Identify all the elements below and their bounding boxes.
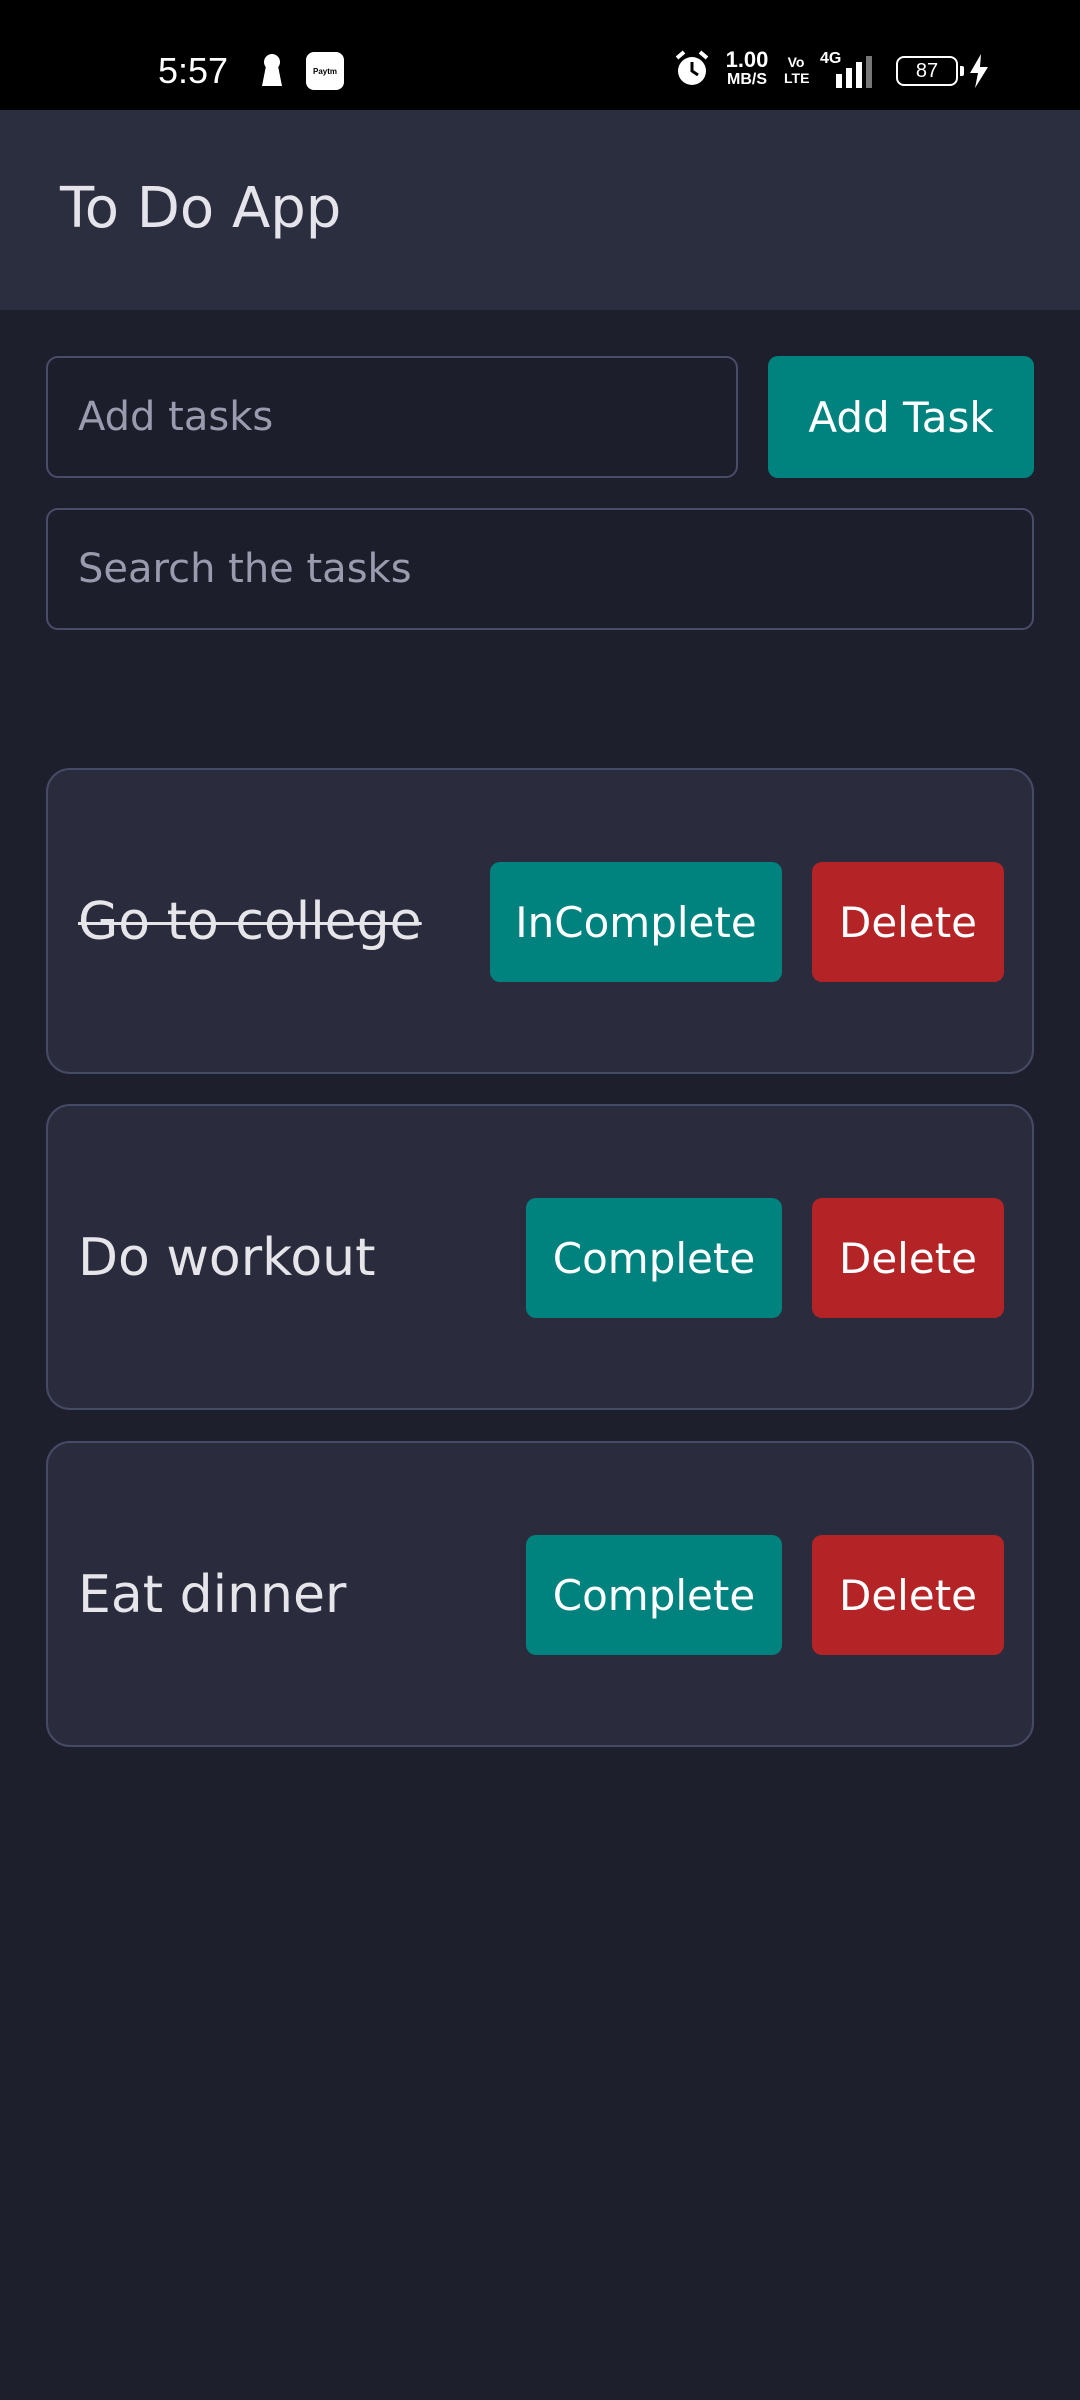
alarm-icon xyxy=(674,50,710,92)
page-title: To Do App xyxy=(60,176,342,241)
charging-bolt-icon xyxy=(968,54,990,92)
volte-indicator: Vo LTE xyxy=(784,54,810,86)
volte-top: Vo xyxy=(787,54,805,70)
volte-bottom: LTE xyxy=(784,70,810,86)
keyhole-icon xyxy=(258,52,286,92)
task-card: Do workout Complete Delete xyxy=(46,1104,1034,1410)
status-bar: 5:57 Paytm 1.00 MB/S Vo LTE 4G 87 xyxy=(0,0,1080,110)
network-speed-value: 1.00 xyxy=(725,47,769,72)
task-text: Do workout xyxy=(78,1228,376,1288)
search-input[interactable] xyxy=(46,508,1034,630)
add-task-button[interactable]: Add Task xyxy=(768,356,1034,478)
status-time: 5:57 xyxy=(158,50,229,91)
network-speed-unit: MB/S xyxy=(727,71,767,88)
network-speed: 1.00 MB/S xyxy=(718,47,776,90)
incomplete-button[interactable]: InComplete xyxy=(490,862,782,982)
signal-icon xyxy=(832,56,880,92)
complete-button[interactable]: Complete xyxy=(526,1198,782,1318)
app-header: To Do App xyxy=(0,110,1080,310)
task-text: Go to college xyxy=(78,892,422,952)
delete-button[interactable]: Delete xyxy=(812,1535,1004,1655)
task-text: Eat dinner xyxy=(78,1565,347,1625)
delete-button[interactable]: Delete xyxy=(812,862,1004,982)
delete-button[interactable]: Delete xyxy=(812,1198,1004,1318)
battery-icon: 87 xyxy=(896,56,964,86)
task-card: Go to college InComplete Delete xyxy=(46,768,1034,1074)
add-task-input[interactable] xyxy=(46,356,738,478)
task-card: Eat dinner Complete Delete xyxy=(46,1441,1034,1747)
paytm-icon: Paytm xyxy=(306,52,344,90)
complete-button[interactable]: Complete xyxy=(526,1535,782,1655)
